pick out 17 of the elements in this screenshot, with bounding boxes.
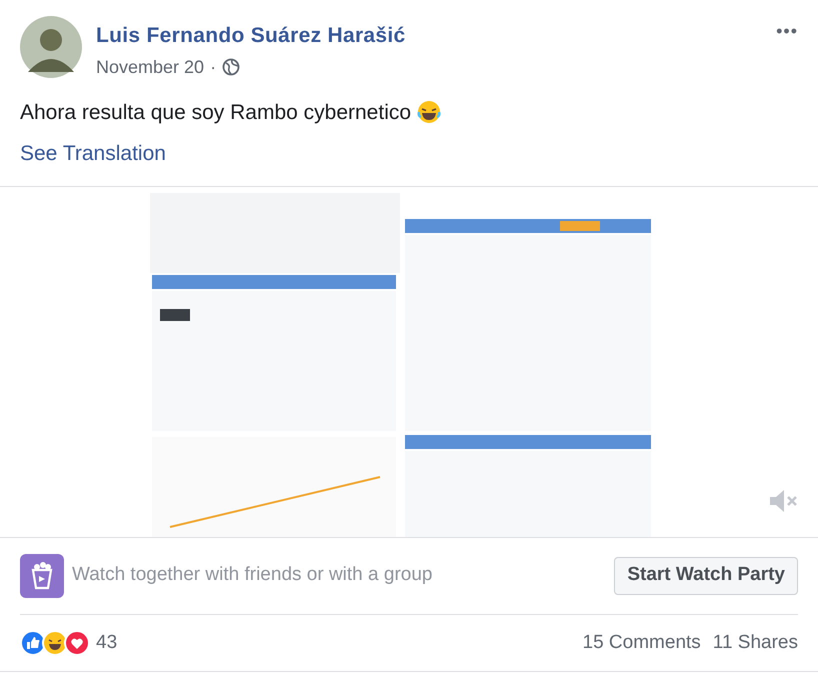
reaction-count[interactable]: 43 bbox=[96, 628, 118, 657]
comments-count[interactable]: 15 Comments bbox=[582, 628, 701, 657]
watch-party-text: Watch together with friends or with a group bbox=[72, 563, 432, 588]
separator: · bbox=[210, 56, 216, 78]
shares-count[interactable]: 11 Shares bbox=[712, 628, 798, 657]
avatar[interactable] bbox=[20, 16, 82, 78]
post-text: Ahora resulta que soy Rambo cybernetico bbox=[20, 100, 412, 126]
laughing-face-icon bbox=[417, 100, 442, 124]
laughing-face-icon bbox=[42, 630, 68, 656]
author-name[interactable]: Luis Fernando Suárez Harašić bbox=[96, 20, 406, 52]
watch-party-icon bbox=[20, 554, 64, 598]
globe-icon bbox=[222, 58, 240, 76]
like-icon bbox=[20, 630, 46, 656]
post-date[interactable]: November 20 bbox=[96, 54, 204, 80]
see-translation-link[interactable]: See Translation bbox=[20, 142, 166, 165]
start-watch-party-button[interactable]: Start Watch Party bbox=[614, 556, 798, 594]
more-options[interactable]: ••• bbox=[776, 18, 798, 45]
